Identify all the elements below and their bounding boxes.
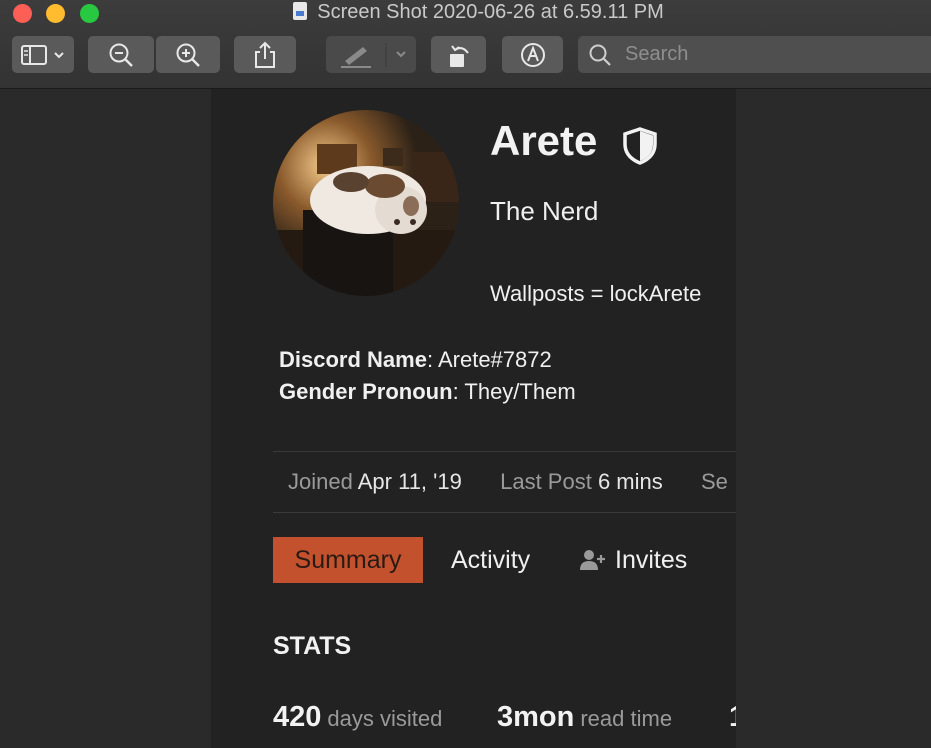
- zoom-out-icon: [109, 43, 133, 67]
- stats-heading: STATS: [273, 632, 352, 660]
- seen-label: Se: [700, 469, 728, 494]
- stat-days-visited: 420 days visited: [273, 701, 442, 734]
- search-icon: [589, 44, 611, 66]
- joined-value: Apr 11, '19: [357, 469, 462, 494]
- last-post-value[interactable]: 6 mins: [598, 469, 663, 494]
- field-value: Arete#7872: [437, 347, 552, 372]
- add-user-icon: [580, 550, 605, 570]
- search-input[interactable]: [623, 42, 927, 67]
- field-label: Discord Name: [279, 347, 427, 372]
- profile-page: Arete The Nerd Wallposts = lockArete Dis…: [211, 89, 736, 748]
- stat-read-time: 3mon read time: [497, 701, 672, 734]
- stat-value: 1: [729, 701, 736, 733]
- tab-activity[interactable]: Activity: [451, 537, 530, 583]
- tab-invites-label: Invites: [615, 545, 688, 574]
- stat-value: 420: [273, 701, 322, 733]
- stat-label: read time: [580, 706, 673, 731]
- stat-value: 3mon: [497, 701, 575, 733]
- window-titlebar: Screen Shot 2020-06-26 at 6.59.11 PM: [0, 0, 931, 89]
- search-field[interactable]: [578, 36, 931, 73]
- markup-button[interactable]: [326, 36, 416, 73]
- window-title: Screen Shot 2020-06-26 at 6.59.11 PM: [0, 1, 931, 24]
- shield-icon: [623, 127, 657, 165]
- divider: [273, 451, 736, 452]
- window-background: [736, 89, 931, 748]
- pen-icon: [341, 42, 406, 68]
- profile-meta: Joined Apr 11, '19 Last Post 6 mins Se: [288, 469, 728, 495]
- joined-label: Joined: [288, 469, 353, 494]
- divider: [273, 512, 736, 513]
- sidebar-button[interactable]: [12, 36, 74, 73]
- rotate-button[interactable]: [431, 36, 486, 73]
- share-button[interactable]: [234, 36, 296, 73]
- annotate-icon: [520, 42, 545, 67]
- zoom-in-icon: [176, 43, 200, 67]
- user-title: The Nerd: [490, 196, 599, 226]
- stat-third: 1: [729, 701, 736, 734]
- avatar-image: [273, 110, 459, 296]
- last-post-label: Last Post: [500, 469, 592, 494]
- stat-label: days visited: [327, 706, 443, 731]
- share-icon: [255, 41, 275, 68]
- avatar[interactable]: [273, 110, 459, 296]
- username: Arete: [490, 117, 598, 164]
- user-bio: Wallposts = lockArete: [490, 281, 702, 306]
- zoom-out-button[interactable]: [88, 36, 154, 73]
- field-value: They/Them: [464, 379, 576, 404]
- tab-invites[interactable]: Invites: [579, 537, 687, 583]
- profile-field-pronoun: Gender Pronoun: They/Them: [279, 379, 576, 404]
- zoom-in-button[interactable]: [156, 36, 220, 73]
- field-label: Gender Pronoun: [279, 379, 453, 404]
- annotate-button[interactable]: [502, 36, 563, 73]
- rotate-icon: [449, 44, 469, 67]
- window-title-text: Screen Shot 2020-06-26 at 6.59.11 PM: [317, 1, 664, 23]
- sidebar-icon: [21, 44, 64, 65]
- tab-summary[interactable]: Summary: [273, 537, 423, 583]
- profile-field-discord: Discord Name: Arete#7872: [279, 347, 552, 372]
- document-icon: [293, 2, 308, 20]
